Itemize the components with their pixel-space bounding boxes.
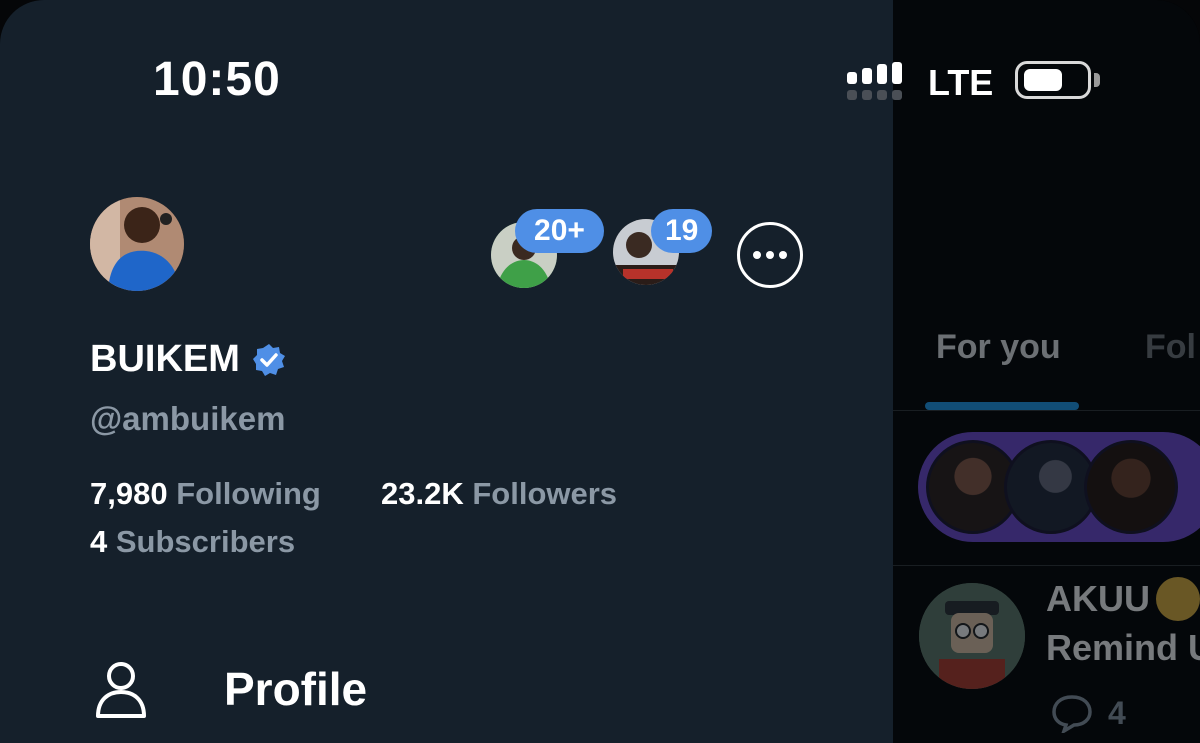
more-icon — [753, 251, 787, 259]
battery-cap — [1094, 73, 1100, 87]
more-accounts-button[interactable] — [737, 222, 803, 288]
following-stat[interactable]: 7,980 Following — [90, 476, 321, 512]
screen: For you Fol AKUU Remind U 4 10:50 20+ 19… — [0, 0, 1200, 743]
unread-badge: 20+ — [515, 209, 604, 253]
side-drawer: 10:50 20+ 19 BUIKEM @ambuikem 7,980 Foll… — [0, 0, 893, 743]
unread-badge: 19 — [651, 209, 713, 253]
subscribers-stat[interactable]: 4 Subscribers — [90, 524, 295, 560]
spaces-bar[interactable] — [918, 432, 1200, 542]
following-label: Following — [176, 476, 321, 511]
person-icon — [96, 662, 146, 718]
post-text: Remind U — [1046, 627, 1200, 668]
reply-count: 4 — [1108, 695, 1126, 731]
post-author-name[interactable]: AKUU — [1046, 578, 1150, 620]
nav-item-profile[interactable]: Profile — [90, 654, 490, 724]
following-count: 7,980 — [90, 476, 168, 511]
space-avatar — [1084, 440, 1178, 534]
home-timeline: For you Fol AKUU Remind U 4 — [893, 0, 1200, 743]
subscribers-count: 4 — [90, 524, 108, 559]
battery-icon — [1015, 61, 1091, 99]
status-time: 10:50 — [153, 53, 281, 106]
post-author-avatar[interactable] — [919, 583, 1025, 689]
display-name: BUIKEM — [90, 338, 240, 380]
signal-icon — [847, 62, 902, 100]
nav-item-label: Profile — [224, 663, 368, 715]
tabs-divider — [893, 410, 1200, 411]
verified-badge-icon — [252, 343, 285, 376]
followers-stat[interactable]: 23.2K Followers — [381, 476, 617, 512]
user-handle: @ambuikem — [90, 400, 286, 437]
emoji-icon — [1156, 577, 1200, 621]
display-name-row[interactable]: BUIKEM — [90, 338, 286, 381]
tab-selected-indicator — [925, 402, 1079, 410]
network-type: LTE — [928, 62, 994, 103]
tab-following[interactable]: Fol — [1145, 328, 1196, 367]
profile-avatar[interactable] — [90, 197, 184, 291]
followers-count: 23.2K — [381, 476, 464, 511]
reply-icon[interactable] — [1050, 693, 1094, 733]
followers-label: Followers — [472, 476, 618, 511]
subscribers-label: Subscribers — [115, 524, 296, 559]
tab-for-you[interactable]: For you — [936, 328, 1061, 367]
feed-divider — [893, 565, 1200, 566]
